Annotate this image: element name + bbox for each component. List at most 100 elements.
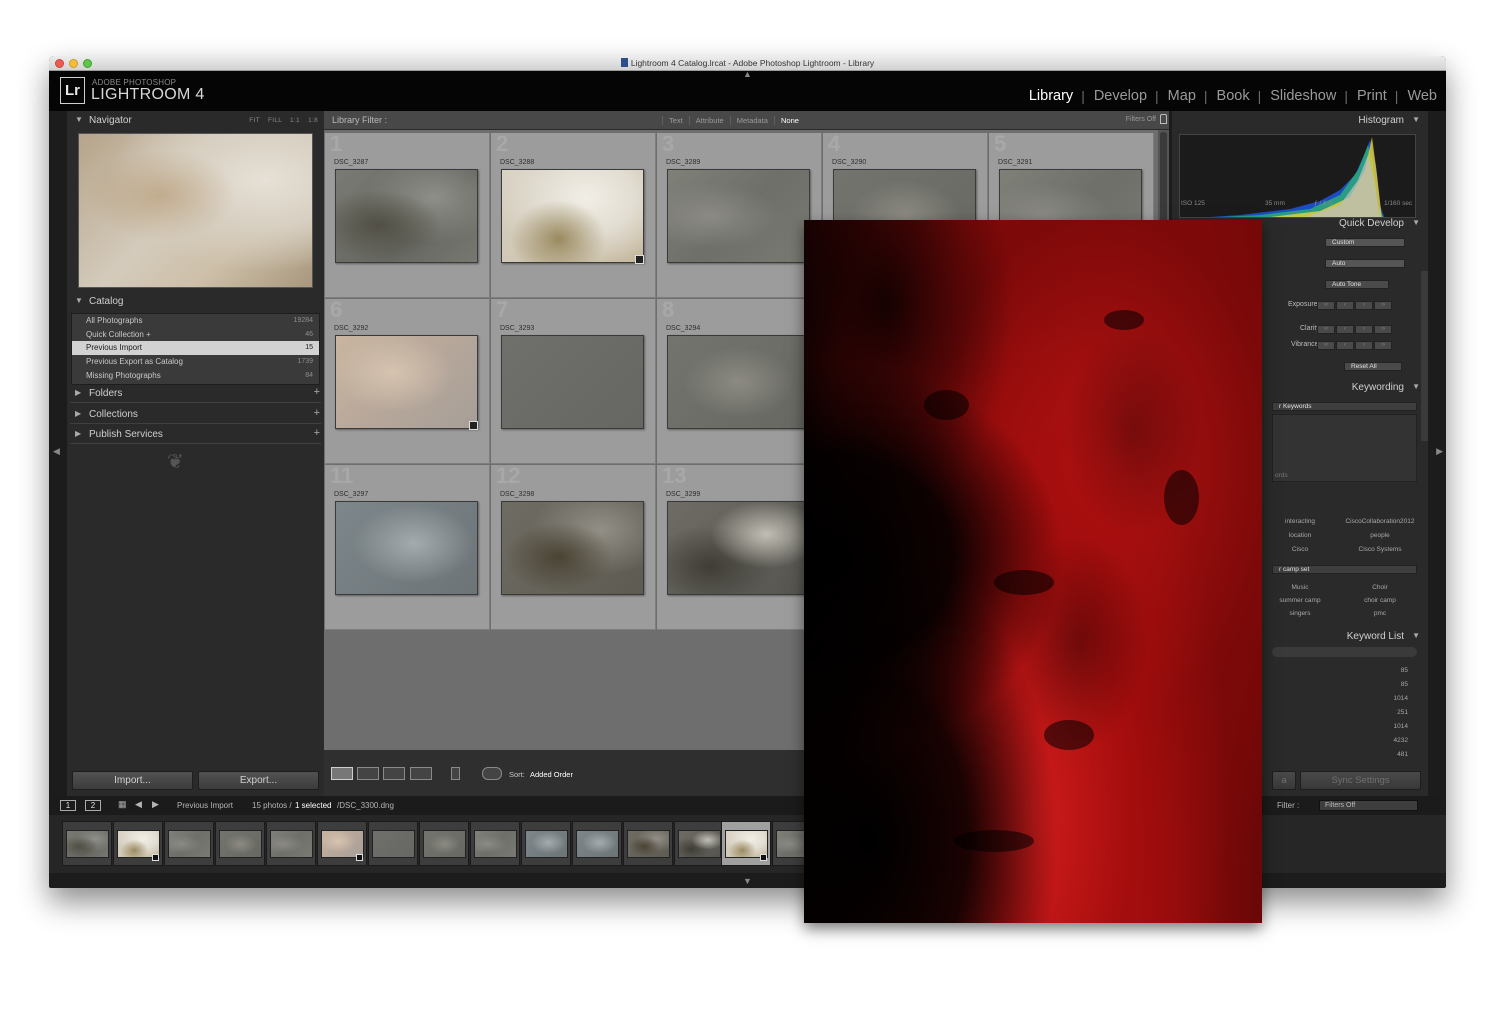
exposure-buttons[interactable]: ‹‹ ‹ › ›› xyxy=(1316,301,1392,310)
forward-arrow-icon[interactable]: ▶ xyxy=(152,799,159,810)
zoom-fit[interactable]: FIT xyxy=(249,117,260,124)
filmstrip-thumbnail-selected[interactable] xyxy=(721,821,771,866)
selected-filename[interactable]: /DSC_3300.dng xyxy=(337,801,394,810)
add-publish-service-icon[interactable]: + xyxy=(314,427,320,439)
filmstrip-thumbnail[interactable] xyxy=(266,821,316,866)
loupe-view-icon[interactable] xyxy=(357,767,379,780)
collections-header[interactable]: ▶ Collections + xyxy=(67,405,324,424)
grid-view-icon[interactable] xyxy=(331,767,353,780)
module-develop[interactable]: Develop xyxy=(1093,88,1147,104)
white-balance-dropdown[interactable]: Auto xyxy=(1325,259,1405,268)
filmstrip-thumbnail[interactable] xyxy=(623,821,673,866)
clarity-buttons[interactable]: ‹‹ ‹ › ›› xyxy=(1316,325,1392,334)
filmstrip-thumbnail[interactable] xyxy=(62,821,112,866)
export-button[interactable]: Export... xyxy=(198,771,319,790)
catalog-item-missing-photographs[interactable]: Missing Photographs 84 xyxy=(72,369,319,383)
zoom-1-1[interactable]: 1:1 xyxy=(290,117,300,124)
photo-thumbnail[interactable] xyxy=(667,501,810,595)
back-arrow-icon[interactable]: ◀ xyxy=(135,799,142,810)
module-slideshow[interactable]: Slideshow xyxy=(1269,88,1336,104)
secondary-window-button[interactable]: 2 xyxy=(85,800,101,811)
module-print[interactable]: Print xyxy=(1356,88,1387,104)
catalog-item-all-photographs[interactable]: All Photographs 19284 xyxy=(72,314,319,328)
saved-preset-dropdown[interactable]: Custom xyxy=(1325,238,1405,247)
catalog-item-previous-import[interactable]: Previous Import 15 xyxy=(72,341,319,356)
keyword-set-dropdown[interactable]: r camp set xyxy=(1272,565,1417,574)
navigator-preview[interactable] xyxy=(78,133,313,288)
top-panel-toggle-icon[interactable]: ▲ xyxy=(743,69,752,79)
zoom-fill[interactable]: FILL xyxy=(268,117,282,124)
right-panel-scrollbar[interactable] xyxy=(1421,271,1428,441)
folders-header[interactable]: ▶ Folders + xyxy=(67,384,324,403)
filmstrip-thumbnail[interactable] xyxy=(521,821,571,866)
main-window-button[interactable]: 1 xyxy=(60,800,76,811)
filter-metadata[interactable]: Metadata xyxy=(729,116,774,125)
compare-view-icon[interactable] xyxy=(383,767,405,780)
catalog-header[interactable]: ▼ Catalog xyxy=(67,292,324,311)
photo-thumbnail[interactable] xyxy=(501,169,644,263)
survey-view-icon[interactable] xyxy=(410,767,432,780)
grid-cell[interactable]: 2 DSC_3288 xyxy=(491,131,656,298)
filmstrip-thumbnail[interactable] xyxy=(674,821,724,866)
auto-tone-button[interactable]: Auto Tone xyxy=(1325,280,1389,289)
grid-cell[interactable]: 12 DSC_3298 xyxy=(491,463,656,630)
module-book[interactable]: Book xyxy=(1216,88,1250,104)
module-web[interactable]: Web xyxy=(1406,88,1437,104)
grid-icon[interactable]: ▦ xyxy=(118,799,127,810)
module-library[interactable]: Library xyxy=(1028,88,1073,104)
filmstrip-thumbnail[interactable] xyxy=(113,821,163,866)
grid-cell[interactable]: 8 DSC_3294 xyxy=(657,297,822,464)
grid-cell[interactable]: 1 DSC_3287 xyxy=(325,131,490,298)
filter-text[interactable]: Text xyxy=(662,116,689,125)
right-panel-toggle-icon[interactable]: ▶ xyxy=(1436,446,1443,457)
sort-label: Sort: xyxy=(509,770,525,779)
module-map[interactable]: Map xyxy=(1167,88,1196,104)
sort-direction-icon[interactable] xyxy=(482,767,502,780)
import-button[interactable]: Import... xyxy=(72,771,193,790)
keyword-filter-input[interactable] xyxy=(1272,647,1417,657)
filmstrip-source[interactable]: Previous Import xyxy=(177,801,233,810)
filmstrip-thumbnail[interactable] xyxy=(419,821,469,866)
filter-status-dropdown[interactable]: Filters Off xyxy=(1126,116,1156,123)
catalog-item-quick-collection[interactable]: Quick Collection +46 xyxy=(72,328,319,342)
filter-none[interactable]: None xyxy=(773,116,805,125)
photo-thumbnail[interactable] xyxy=(335,169,478,263)
photo-thumbnail[interactable] xyxy=(335,335,478,429)
add-collection-icon[interactable]: + xyxy=(314,407,320,419)
sync-metadata-button[interactable]: a xyxy=(1272,771,1296,790)
reset-all-button[interactable]: Reset All xyxy=(1344,362,1402,371)
photo-thumbnail[interactable] xyxy=(335,501,478,595)
bottom-panel-toggle-icon[interactable]: ▼ xyxy=(743,876,752,886)
filmstrip-thumbnail[interactable] xyxy=(164,821,214,866)
grid-cell[interactable]: 6 DSC_3292 xyxy=(325,297,490,464)
left-panel-toggle-icon[interactable]: ◀ xyxy=(53,446,60,457)
keyword-tags-dropdown[interactable]: r Keywords xyxy=(1272,402,1417,411)
filmstrip-thumbnail[interactable] xyxy=(317,821,367,866)
photo-thumbnail[interactable] xyxy=(501,501,644,595)
add-folder-icon[interactable]: + xyxy=(314,386,320,398)
keyword-tags-box[interactable]: ords xyxy=(1272,414,1417,482)
filmstrip-thumbnail[interactable] xyxy=(368,821,418,866)
photo-thumbnail[interactable] xyxy=(501,335,644,429)
sync-settings-button[interactable]: Sync Settings xyxy=(1300,771,1421,790)
histogram-header[interactable]: Histogram ▼ xyxy=(1172,111,1428,129)
zoom-1-8[interactable]: 1:8 xyxy=(308,117,318,124)
publish-services-header[interactable]: ▶ Publish Services + xyxy=(67,425,324,444)
photo-thumbnail[interactable] xyxy=(667,335,810,429)
catalog-item-previous-export[interactable]: Previous Export as Catalog 1739 xyxy=(72,355,319,369)
filmstrip-thumbnail[interactable] xyxy=(215,821,265,866)
sort-dropdown[interactable]: Added Order xyxy=(530,770,573,779)
filmstrip-thumbnail[interactable] xyxy=(572,821,622,866)
vibrance-buttons[interactable]: ‹‹ ‹ › ›› xyxy=(1316,341,1392,350)
grid-cell[interactable]: 3 DSC_3289 xyxy=(657,131,822,298)
navigator-header[interactable]: ▼ Navigator FIT FILL 1:1 1:8 xyxy=(67,111,324,130)
filmstrip-filter-dropdown[interactable]: Filters Off xyxy=(1319,800,1418,811)
painter-icon[interactable] xyxy=(451,767,460,780)
photo-thumbnail[interactable] xyxy=(667,169,810,263)
grid-cell[interactable]: 11 DSC_3297 xyxy=(325,463,490,630)
filmstrip-thumbnail[interactable] xyxy=(470,821,520,866)
filter-attribute[interactable]: Attribute xyxy=(688,116,730,125)
grid-cell[interactable]: 13 DSC_3299 xyxy=(657,463,822,630)
grid-cell[interactable]: 7 DSC_3293 xyxy=(491,297,656,464)
lock-icon[interactable] xyxy=(1160,114,1167,124)
